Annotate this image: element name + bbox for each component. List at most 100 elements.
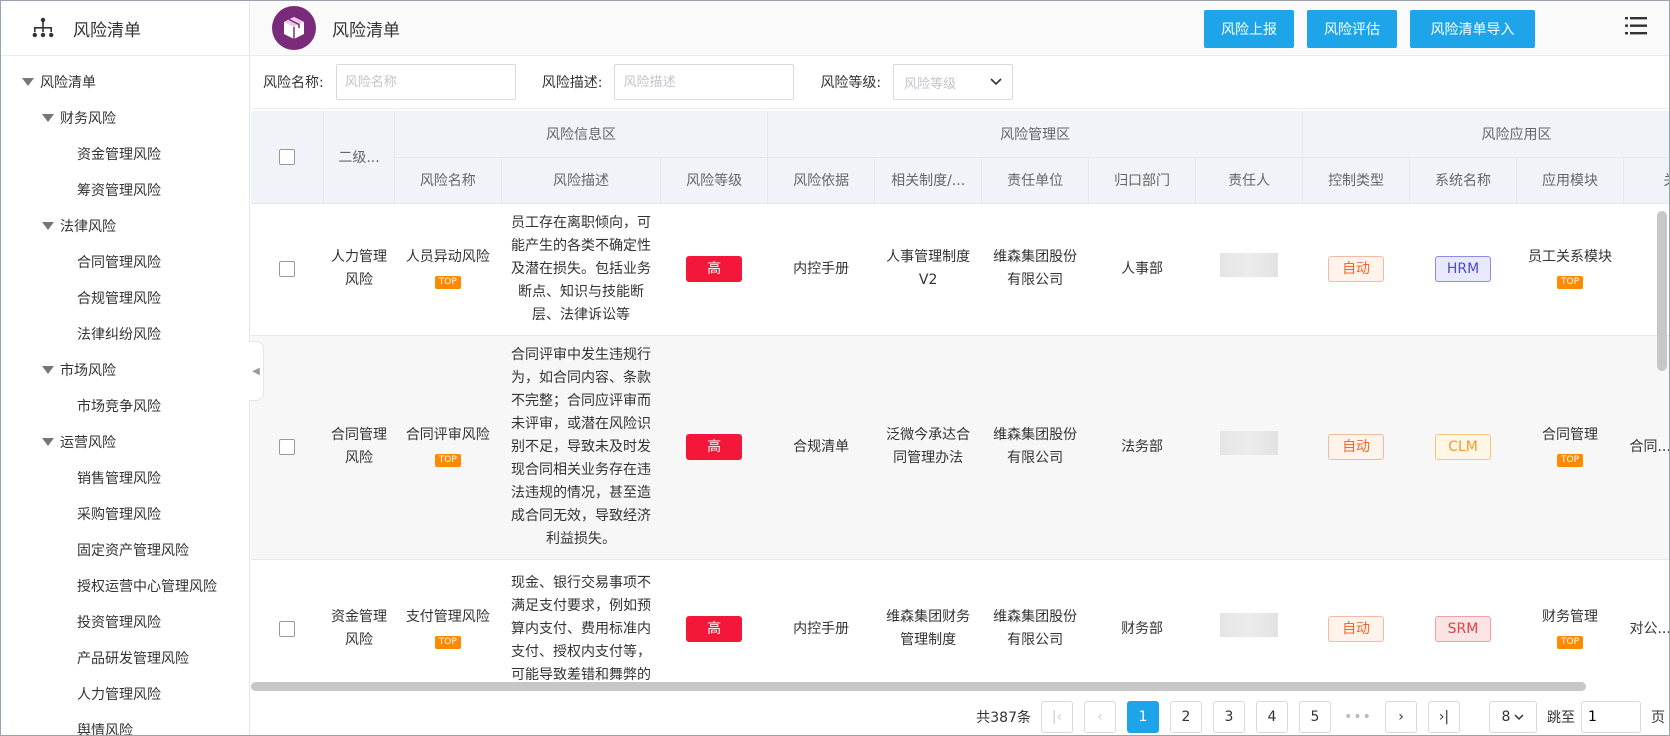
caret-down-icon[interactable] <box>22 78 34 86</box>
page-size-select[interactable]: 8 <box>1489 701 1537 733</box>
control-type-badge: 自动 <box>1328 256 1385 282</box>
tree-node[interactable]: 采购管理风险 <box>1 496 249 532</box>
jump-page-input[interactable] <box>1581 701 1641 733</box>
risk-level-label: 风险等级: <box>820 75 882 91</box>
risk-level-select[interactable]: 风险等级 <box>893 64 1014 100</box>
last-page-button[interactable]: ›| <box>1428 701 1460 733</box>
next-page-button[interactable]: › <box>1385 701 1417 733</box>
tree-node[interactable]: 运营风险 <box>1 424 249 460</box>
page-ellipsis[interactable]: ••• <box>1342 709 1374 725</box>
col-system[interactable]: 相关制度/... <box>874 157 983 204</box>
vertical-scrollbar[interactable] <box>1657 211 1667 371</box>
risk-name-text[interactable]: 支付管理风险 <box>400 606 495 629</box>
tree-node[interactable]: 舆情风险 <box>1 712 249 735</box>
risk-name-text[interactable]: 人员异动风险 <box>400 246 495 269</box>
caret-down-icon[interactable] <box>42 222 54 230</box>
tree-node[interactable]: 资金管理风险 <box>1 136 249 172</box>
risk-desc-text: 员工存在离职倾向，可能产生的各类不确定性及潜在损失。包括业务断点、知识与技能断层… <box>510 214 651 323</box>
tree-node-label: 市场风险 <box>60 363 116 379</box>
tree-node[interactable]: 市场风险 <box>1 352 249 388</box>
col-basis[interactable]: 风险依据 <box>767 157 876 204</box>
tree-node-label: 舆情风险 <box>77 723 133 735</box>
prev-page-button[interactable]: ‹ <box>1084 701 1116 733</box>
page-button[interactable]: 5 <box>1299 701 1331 733</box>
row-checkbox[interactable] <box>279 620 296 637</box>
tree-node[interactable]: 法律纠纷风险 <box>1 316 249 352</box>
cell-dept: 法务部 <box>1088 335 1196 560</box>
pagination: 共387条 |‹ ‹ 12345 ••• › ›| 8 跳至 页 <box>976 700 1669 734</box>
app-logo-icon <box>272 6 316 50</box>
col-rel[interactable]: 关... <box>1623 157 1669 204</box>
risk-desc-text: 现金、银行交易事项不满足支付要求，例如预算内支付、费用标准内支付、授权内支付等，… <box>510 574 651 682</box>
page-button[interactable]: 1 <box>1127 701 1159 733</box>
tree-node[interactable]: 销售管理风险 <box>1 460 249 496</box>
tree-node-label: 人力管理风险 <box>77 687 161 703</box>
tree-node[interactable]: 授权运营中心管理风险 <box>1 568 249 604</box>
risk-name-input[interactable] <box>335 64 516 100</box>
tree-node[interactable]: 筹资管理风险 <box>1 172 249 208</box>
dept-text: 法务部 <box>1121 438 1164 455</box>
risk-name-text[interactable]: 合同评审风险 <box>400 424 495 447</box>
cell-system: 维森集团财务管理制度 <box>874 559 982 681</box>
risk-report-button[interactable]: 风险上报 <box>1204 10 1294 48</box>
tree-node[interactable]: 财务风险 <box>1 100 249 136</box>
basis-text: 内控手册 <box>793 260 850 277</box>
risk-import-button[interactable]: 风险清单导入 <box>1410 10 1535 48</box>
tree-node[interactable]: 人力管理风险 <box>1 676 249 712</box>
row-checkbox[interactable] <box>279 260 296 277</box>
risk-assess-button[interactable]: 风险评估 <box>1307 10 1397 48</box>
col-name[interactable]: 风险名称 <box>394 157 502 204</box>
page-button[interactable]: 2 <box>1170 701 1202 733</box>
table-row[interactable]: 人力管理风险 人员异动风险 TOP 员工存在离职倾向，可能产生的各类不确定性及潜在损失… <box>251 203 1669 336</box>
first-page-button[interactable]: |‹ <box>1041 701 1073 733</box>
system-name-badge: SRM <box>1435 616 1492 642</box>
cube-icon <box>284 17 304 39</box>
risk-desc-text: 合同评审中发生违规行为，如合同内容、条款不完整；合同应评审而未评审，或潜在风险识… <box>510 346 651 547</box>
cell-unit: 维森集团股份有限公司 <box>981 335 1089 560</box>
tree-node-label: 市场竞争风险 <box>77 399 161 415</box>
risk-desc-input[interactable] <box>614 64 795 100</box>
cell-basis: 合规清单 <box>767 335 875 560</box>
tree-node[interactable]: 投资管理风险 <box>1 604 249 640</box>
caret-down-icon[interactable] <box>42 366 54 374</box>
tree-node[interactable]: 法律风险 <box>1 208 249 244</box>
tree-node[interactable]: 风险清单 <box>1 64 249 100</box>
table-row[interactable]: 资金管理风险 支付管理风险 TOP 现金、银行交易事项不满足支付要求，例如预算内支付、… <box>251 559 1669 681</box>
tree-node[interactable]: 固定资产管理风险 <box>1 532 249 568</box>
select-all-checkbox[interactable] <box>279 148 296 165</box>
cell-name: 合同评审风险 TOP <box>394 335 502 560</box>
caret-down-icon[interactable] <box>42 114 54 122</box>
col-sysname[interactable]: 系统名称 <box>1409 157 1518 204</box>
chevron-left-icon: ◀ <box>252 365 260 377</box>
page-button[interactable]: 4 <box>1256 701 1288 733</box>
cell-system: 泛微今承达合同管理办法 <box>874 335 982 560</box>
tree-node[interactable]: 合规管理风险 <box>1 280 249 316</box>
col-level[interactable]: 风险等级 <box>660 157 769 204</box>
col-desc[interactable]: 风险描述 <box>501 157 662 204</box>
sidebar-collapse-handle[interactable]: ◀ <box>249 341 264 401</box>
level2-text: 合同管理风险 <box>331 427 388 466</box>
list-menu-icon[interactable] <box>1625 15 1647 37</box>
module-text: 员工关系模块 <box>1528 249 1612 265</box>
col-unit[interactable]: 责任单位 <box>981 157 1090 204</box>
basis-text: 内控手册 <box>793 620 850 637</box>
row-checkbox[interactable] <box>279 438 296 455</box>
table-row[interactable]: 合同管理风险 合同评审风险 TOP 合同评审中发生违规行为，如合同内容、条款不完整；合… <box>251 335 1669 560</box>
top-badge: TOP <box>1556 636 1583 649</box>
filter-bar: 风险名称: 风险描述: 风险等级: 风险等级 <box>251 56 1669 109</box>
col-level2[interactable]: 二级... <box>323 111 395 204</box>
cell-dept: 人事部 <box>1088 203 1196 336</box>
col-owner[interactable]: 责任人 <box>1195 157 1304 204</box>
col-module[interactable]: 应用模块 <box>1516 157 1624 204</box>
page-button[interactable]: 3 <box>1213 701 1245 733</box>
tree-node[interactable]: 产品研发管理风险 <box>1 640 249 676</box>
horizontal-scrollbar[interactable] <box>251 682 1586 691</box>
cell-ctrl: 自动 <box>1302 559 1410 681</box>
tree-node-label: 风险清单 <box>40 75 96 91</box>
caret-down-icon[interactable] <box>42 438 54 446</box>
col-dept[interactable]: 归口部门 <box>1088 157 1197 204</box>
tree-node[interactable]: 合同管理风险 <box>1 244 249 280</box>
tree-node[interactable]: 市场竞争风险 <box>1 388 249 424</box>
rel-text: 对公... <box>1629 620 1669 637</box>
col-ctrl[interactable]: 控制类型 <box>1302 157 1411 204</box>
